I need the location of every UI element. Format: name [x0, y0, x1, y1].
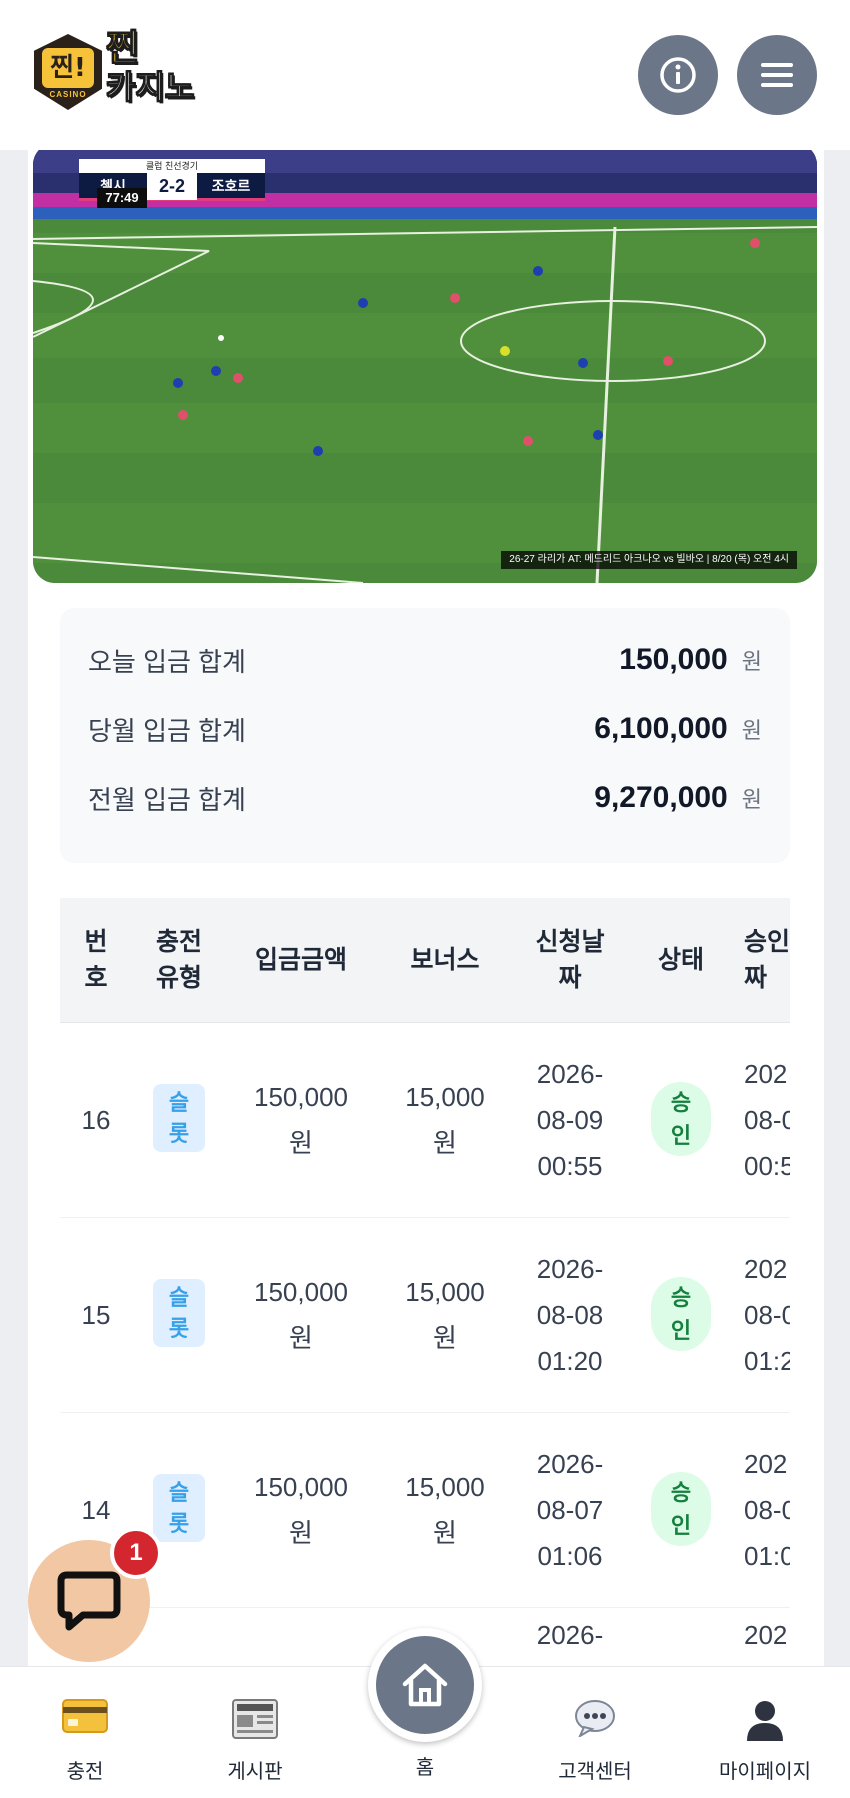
soccer-pitch-image — [33, 143, 817, 583]
logo-badge-subtext: CASINO — [49, 90, 87, 99]
status-badge: 승 인 — [651, 1082, 711, 1156]
summary-value: 9,270,000 — [594, 781, 728, 814]
nav-label: 마이페이지 — [719, 1761, 811, 1783]
newspaper-icon — [232, 1699, 278, 1739]
status-badge: 승 인 — [651, 1472, 711, 1546]
broadcast-ticker: 26-27 라리가 AT: 메드리드 아크나오 vs 빌바오 | 8/20 (목… — [501, 551, 797, 569]
type-tag: 슬 롯 — [153, 1474, 205, 1542]
cell-bonus: 15,000 원 — [405, 1081, 485, 1158]
summary-today: 오늘 입금 합계 150,000 원 — [88, 635, 762, 685]
summary-value: 150,000 — [619, 643, 728, 676]
deposit-history-table-container[interactable]: 번 호 충전 유형 입금금액 보너스 신청날 짜 상태 승인 짜 16 슬 롯 … — [60, 898, 790, 1670]
deposit-history-table: 번 호 충전 유형 입금금액 보너스 신청날 짜 상태 승인 짜 16 슬 롯 … — [60, 898, 790, 1670]
match-clock: 77:49 — [97, 188, 147, 208]
cell-request-date: 2026- 08-09 00:55 — [536, 1058, 604, 1181]
cell-amount: 150,000 원 — [254, 1471, 348, 1548]
cell-approval-date: 202 — [744, 1619, 788, 1650]
cell-status: 승 인 — [626, 1217, 736, 1412]
logo-badge-text: 찐! — [42, 48, 94, 88]
cell-bonus: 15,000 원 — [405, 1276, 485, 1353]
match-score: 2-2 — [147, 171, 197, 200]
status-badge: 승 인 — [651, 1277, 711, 1351]
cell-status: 승 인 — [626, 1412, 736, 1607]
chat-bubble-icon — [57, 1571, 121, 1631]
nav-item-mypage[interactable]: 마이페이지 — [690, 1667, 840, 1798]
cell-approval-date: 202 08-0 01:0 — [744, 1448, 790, 1571]
hamburger-menu-icon — [761, 63, 793, 87]
summary-last-month: 전월 입금 합계 9,270,000 원 — [88, 773, 762, 823]
summary-unit: 원 — [741, 649, 762, 674]
credit-card-icon — [62, 1699, 108, 1733]
cell-bonus: 15,000 원 — [405, 1471, 485, 1548]
table-header-row: 번 호 충전 유형 입금금액 보너스 신청날 짜 상태 승인 짜 — [60, 898, 790, 1023]
nav-item-board[interactable]: 게시판 — [180, 1667, 330, 1798]
cell-amount — [226, 1607, 376, 1670]
chat-notification-badge: 1 — [110, 1527, 162, 1579]
nav-label: 고객센터 — [558, 1761, 632, 1783]
info-icon — [660, 57, 696, 93]
cell-status — [626, 1607, 736, 1670]
menu-button[interactable] — [737, 35, 817, 115]
type-tag: 슬 롯 — [153, 1279, 205, 1347]
table-row[interactable]: 14 슬 롯 150,000 원 15,000 원 2026- 08-07 01… — [60, 1412, 790, 1607]
deposit-summary-card: 오늘 입금 합계 150,000 원 당월 입금 합계 6,100,000 원 … — [60, 608, 790, 863]
home-icon — [402, 1663, 448, 1707]
nav-label: 충전 — [66, 1761, 104, 1783]
cell-approval-date: 202 08-0 00:5 — [744, 1058, 790, 1181]
cell-type: 슬 롯 — [132, 1022, 226, 1217]
nav-label-home: 홈 — [415, 1757, 435, 1779]
nav-label: 게시판 — [227, 1761, 283, 1783]
speech-bubble-icon — [575, 1700, 615, 1737]
summary-unit: 원 — [741, 718, 762, 743]
cell-number: 15 — [81, 1299, 111, 1330]
logo-line-2: 카지노 — [106, 68, 195, 107]
away-team: 조호르 — [211, 177, 251, 194]
column-header-type: 충전 유형 — [132, 898, 226, 1023]
logo-badge: 찐! CASINO — [34, 34, 102, 110]
logo-wordmark: 찐 카지노 — [106, 28, 206, 107]
column-header-number: 번 호 — [60, 898, 132, 1023]
app-header: 찐! CASINO 찐 카지노 — [0, 0, 850, 150]
summary-label: 오늘 입금 합계 — [88, 646, 246, 677]
column-header-approval-date: 승인 짜 — [736, 898, 790, 1023]
table-row[interactable]: 16 슬 롯 150,000 원 15,000 원 2026- 08-09 00… — [60, 1022, 790, 1217]
summary-this-month: 당월 입금 합계 6,100,000 원 — [88, 704, 762, 754]
column-header-bonus: 보너스 — [376, 898, 514, 1023]
cell-amount: 150,000 원 — [254, 1081, 348, 1158]
logo-line-1: 찐 — [106, 28, 140, 69]
summary-unit: 원 — [741, 787, 762, 812]
cell-request-date: 2026- — [536, 1619, 604, 1650]
nav-item-home[interactable] — [368, 1628, 482, 1742]
live-video-player[interactable]: 클럽 친선경기 첼시 2-2 조호르 77:49 26-27 라리가 AT: 메… — [33, 143, 817, 583]
cell-amount: 150,000 원 — [254, 1276, 348, 1353]
cell-request-date: 2026- 08-07 01:06 — [536, 1448, 604, 1571]
cell-number: 16 — [81, 1104, 111, 1135]
cell-request-date: 2026- 08-08 01:20 — [536, 1253, 604, 1376]
summary-label: 전월 입금 합계 — [88, 784, 246, 815]
table-row[interactable]: 15 슬 롯 150,000 원 15,000 원 2026- 08-08 01… — [60, 1217, 790, 1412]
column-header-amount: 입금금액 — [226, 898, 376, 1023]
column-header-request-date: 신청날 짜 — [514, 898, 626, 1023]
cell-type: 슬 롯 — [132, 1217, 226, 1412]
nav-item-support[interactable]: 고객센터 — [520, 1667, 670, 1798]
person-icon — [747, 1701, 783, 1741]
column-header-status: 상태 — [626, 898, 736, 1023]
cell-status: 승 인 — [626, 1022, 736, 1217]
info-button[interactable] — [638, 35, 718, 115]
casino-logo[interactable]: 찐! CASINO 찐 카지노 — [32, 26, 202, 116]
cell-approval-date: 202 08-0 01:2 — [744, 1253, 790, 1376]
nav-item-charge[interactable]: 충전 — [10, 1667, 160, 1798]
type-tag: 슬 롯 — [153, 1084, 205, 1152]
summary-value: 6,100,000 — [594, 712, 728, 745]
cell-type: 슬 롯 — [132, 1412, 226, 1607]
summary-label: 당월 입금 합계 — [88, 715, 246, 746]
